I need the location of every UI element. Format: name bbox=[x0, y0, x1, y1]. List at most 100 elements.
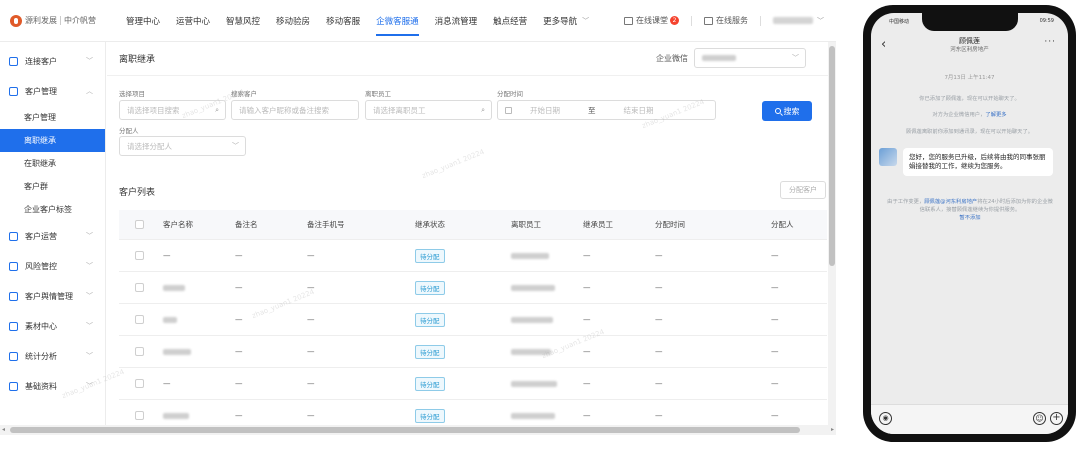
main-content: 离职继承 企业微信 ﹀ 选择项目 请选择项目搜索 ⌕ 搜索客户 请输入客户昵称或… bbox=[107, 42, 828, 432]
sidebar-subitem-resigned-inheritance[interactable]: 离职继承 bbox=[0, 129, 105, 152]
plus-icon[interactable]: + bbox=[1050, 412, 1063, 425]
project-select[interactable]: 请选择项目搜索 ⌕ bbox=[119, 100, 226, 120]
corp-label: 企业微信 bbox=[656, 53, 688, 63]
table-row[interactable]: — — 待分配 — — — bbox=[119, 336, 827, 368]
chat-contact-company: 河东区利房地产 bbox=[950, 47, 989, 53]
cell-heir-employee: — bbox=[583, 315, 591, 324]
chevron-down-icon: ﹀ bbox=[86, 232, 93, 240]
assign-customer-button[interactable]: 分配客户 bbox=[780, 181, 826, 199]
online-service-link[interactable]: 在线服务 bbox=[704, 15, 748, 26]
voice-icon[interactable]: ◉ bbox=[879, 412, 892, 425]
sidebar-item-risk-control[interactable]: 风险管控 ﹀ bbox=[0, 251, 105, 281]
nav-item-operation-center[interactable]: 运营中心 bbox=[168, 0, 218, 42]
sidebar-subitem-customer-group[interactable]: 客户群 bbox=[0, 175, 105, 198]
sidebar-item-customer-operation[interactable]: 客户运营 ﹀ bbox=[0, 221, 105, 251]
nav-item-more[interactable]: 更多导航 ﹀ bbox=[535, 0, 597, 42]
nav-item-message-flow[interactable]: 消息流管理 bbox=[427, 0, 486, 42]
opinion-icon bbox=[9, 291, 18, 301]
corp-select[interactable]: ﹀ bbox=[694, 48, 806, 68]
classroom-icon bbox=[624, 16, 633, 25]
vertical-scrollbar[interactable] bbox=[828, 42, 836, 425]
system-message-added: 你已添加了顾佩莲，现在可以开始聊天了。 bbox=[919, 96, 1020, 102]
chevron-down-icon: ﹀ bbox=[582, 16, 590, 25]
assigner-select[interactable]: 请选择分配人 ﹀ bbox=[119, 136, 246, 156]
row-checkbox[interactable] bbox=[135, 240, 144, 271]
chevron-down-icon: ﹀ bbox=[86, 57, 93, 65]
cell-assign-time: — bbox=[655, 315, 663, 324]
scroll-left-icon[interactable]: ◂ bbox=[2, 425, 5, 435]
admin-window: 源利发展 中介帆营 管理中心 运营中心 智慧风控 移动验房 移动客服 企微客服通… bbox=[0, 0, 836, 440]
cell-assigner: — bbox=[771, 283, 779, 292]
end-date-input[interactable]: 结束日期 bbox=[624, 105, 654, 116]
user-menu[interactable]: ﹀ bbox=[773, 16, 824, 26]
sidebar-item-public-opinion[interactable]: 客户舆情管理 ﹀ bbox=[0, 281, 105, 311]
chevron-down-icon: ﹀ bbox=[86, 292, 93, 300]
search-icon: ⌕ bbox=[481, 105, 485, 114]
customer-search-input[interactable]: 请输入客户昵称或备注搜索 bbox=[231, 100, 359, 120]
online-classroom-link[interactable]: 在线课堂 2 bbox=[624, 15, 679, 26]
search-button[interactable]: 搜索 bbox=[762, 101, 812, 121]
nav-item-mobile-inspection[interactable]: 移动验房 bbox=[268, 0, 318, 42]
col-resigned-employee: 离职员工 bbox=[511, 220, 541, 229]
sidebar-subitem-customer-tags[interactable]: 企业客户标签 bbox=[0, 198, 105, 221]
sidebar-item-customer-management[interactable]: 客户管理 ︿ bbox=[0, 76, 105, 106]
resigned-employee-select[interactable]: 请选择离职员工 ⌕ bbox=[365, 100, 492, 120]
scroll-right-icon[interactable]: ▸ bbox=[831, 425, 834, 435]
search-icon: ⌕ bbox=[215, 105, 219, 114]
employee-name-redacted bbox=[511, 316, 553, 323]
page-header: 离职继承 企业微信 ﹀ bbox=[107, 42, 828, 76]
row-checkbox[interactable] bbox=[135, 336, 144, 367]
nav-item-admin-center[interactable]: 管理中心 bbox=[118, 0, 168, 42]
sidebar-subitem-active-inheritance[interactable]: 在职继承 bbox=[0, 152, 105, 175]
more-options-icon[interactable]: ··· bbox=[1044, 37, 1056, 47]
cell-resigned-employee bbox=[511, 304, 553, 335]
sidebar-item-material-center[interactable]: 素材中心 ﹀ bbox=[0, 311, 105, 341]
cell-customer-name bbox=[163, 336, 191, 367]
cell-assigner: — bbox=[771, 347, 779, 356]
avatar[interactable] bbox=[879, 148, 897, 166]
horizontal-scrollbar[interactable]: ◂ ▸ bbox=[0, 425, 836, 435]
employee-name-redacted bbox=[511, 252, 549, 259]
skip-add-link[interactable]: 暂不添加 bbox=[959, 215, 980, 221]
brand-name-b: 中介帆营 bbox=[64, 16, 96, 25]
emoji-icon[interactable]: ☺ bbox=[1033, 412, 1046, 425]
table-row[interactable]: — — 待分配 — — — bbox=[119, 272, 827, 304]
material-icon bbox=[9, 321, 18, 331]
sidebar: 连接客户 ﹀ 客户管理 ︿ 客户管理 离职继承 在职继承 客户群 企业客户标签 … bbox=[0, 42, 106, 425]
transfer-notice: 由于工作变更，顾佩莲@河东利房地产将在24小时后添加为你的企业微信联系人，接替顾… bbox=[887, 199, 1053, 221]
project-filter-label: 选择项目 bbox=[119, 90, 145, 98]
cell-inherit-status: 待分配 bbox=[415, 336, 445, 367]
row-checkbox[interactable] bbox=[135, 368, 144, 399]
start-date-input[interactable]: 开始日期 bbox=[530, 105, 560, 116]
row-checkbox[interactable] bbox=[135, 272, 144, 303]
corp-name-redacted bbox=[702, 55, 736, 61]
phone-notch bbox=[921, 13, 1018, 31]
cell-inherit-status: 待分配 bbox=[415, 304, 445, 335]
row-checkbox[interactable] bbox=[135, 304, 144, 335]
date-range-picker[interactable]: 开始日期 至 结束日期 bbox=[497, 100, 716, 120]
sidebar-item-statistics[interactable]: 统计分析 ﹀ bbox=[0, 341, 105, 371]
cell-customer-name bbox=[163, 304, 177, 335]
system-message-wecom: 对方为企业微信用户，了解更多 bbox=[932, 112, 1007, 118]
employee-name-redacted bbox=[511, 380, 557, 387]
nav-item-mobile-service[interactable]: 移动客服 bbox=[318, 0, 368, 42]
cell-remark-name: — bbox=[235, 251, 243, 260]
clock-label: 09:59 bbox=[1039, 18, 1054, 24]
cell-customer-name bbox=[163, 272, 185, 303]
chat-message: 您好，您的服务已升级，后续将由我的同事张丽娟接替我的工作，继续为您服务。 bbox=[879, 148, 1053, 176]
learn-more-link[interactable]: 了解更多 bbox=[985, 112, 1006, 118]
cell-assigner: — bbox=[771, 315, 779, 324]
table-row[interactable]: — — — 待分配 — — — bbox=[119, 240, 827, 272]
sidebar-item-basic-data[interactable]: 基础资料 ﹀ bbox=[0, 371, 105, 401]
table-row[interactable]: — — 待分配 — — — bbox=[119, 304, 827, 336]
sidebar-item-connect-customer[interactable]: 连接客户 ﹀ bbox=[0, 46, 105, 76]
nav-item-touchpoint[interactable]: 触点经营 bbox=[485, 0, 535, 42]
nav-item-smart-risk[interactable]: 智慧风控 bbox=[218, 0, 268, 42]
select-all-checkbox[interactable] bbox=[135, 210, 144, 239]
table-row[interactable]: — — — 待分配 — — — bbox=[119, 368, 827, 400]
cell-assign-time: — bbox=[655, 283, 663, 292]
employee-name-redacted bbox=[511, 412, 555, 419]
chat-icon bbox=[704, 16, 713, 25]
nav-item-wecom-service[interactable]: 企微客服通 bbox=[368, 0, 427, 42]
sidebar-subitem-customer-management[interactable]: 客户管理 bbox=[0, 106, 105, 129]
